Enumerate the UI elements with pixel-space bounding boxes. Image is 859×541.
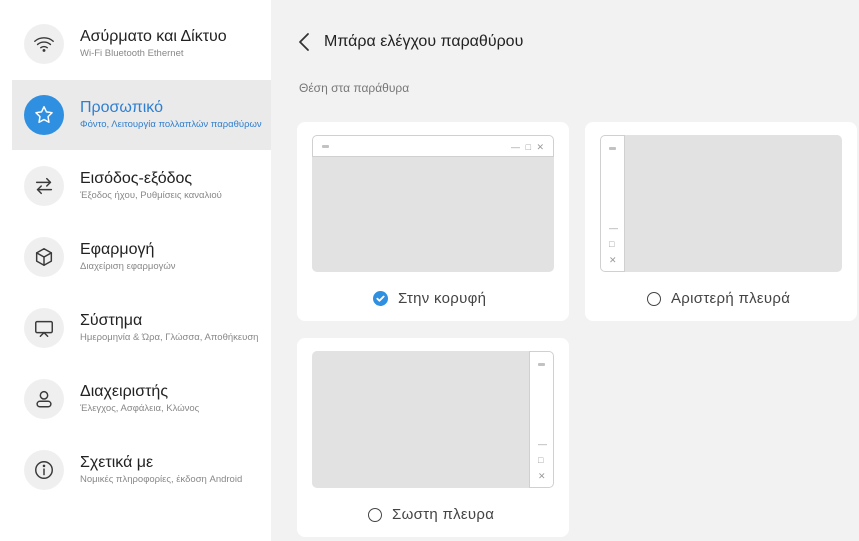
- star-icon: [24, 95, 64, 135]
- window-control-bar: — □ ✕: [600, 135, 625, 272]
- close-icon: ✕: [538, 471, 546, 481]
- option-label: Αριστερή πλευρά: [671, 290, 791, 307]
- option-label: Στην κορυφή: [398, 290, 487, 307]
- window-preview-left: — □ ✕: [600, 135, 842, 272]
- window-preview-right: — □ ✕: [312, 351, 554, 488]
- option-left[interactable]: Αριστερή πλευρά: [647, 290, 790, 307]
- info-icon: [24, 450, 64, 490]
- option-card-top[interactable]: — □ ✕ Στην κορυφή: [297, 122, 569, 321]
- option-card-right[interactable]: — □ ✕ Σωστη πλευρα: [297, 338, 569, 537]
- sidebar-item-subtitle: Έξοδος ήχου, Ρυθμίσεις καναλιού: [80, 190, 222, 201]
- sidebar-item-subtitle: Wi-Fi Bluetooth Ethernet: [80, 48, 184, 59]
- page-header: Μπάρα ελέγχου παραθύρου: [298, 30, 523, 54]
- window-control-bar: — □ ✕: [529, 351, 554, 488]
- sidebar-item-wireless-network[interactable]: Ασύρματο και Δίκτυο Wi-Fi Bluetooth Ethe…: [12, 9, 271, 79]
- back-arrow-icon[interactable]: [298, 30, 316, 54]
- monitor-icon: [24, 308, 64, 348]
- sidebar-item-personal[interactable]: Προσωπικό Φόντο, Λειτουργία πολλαπλών πα…: [12, 80, 271, 150]
- option-label: Σωστη πλευρα: [392, 506, 495, 523]
- cube-icon: [24, 237, 64, 277]
- sidebar-item-subtitle: Φόντο, Λειτουργία πολλαπλών παραθύρων: [80, 119, 262, 130]
- section-label: Θέση στα παράθυρα: [299, 81, 410, 95]
- close-icon: ✕: [536, 142, 544, 152]
- user-icon: [24, 379, 64, 419]
- option-card-left[interactable]: — □ ✕ Αριστερή πλευρά: [585, 122, 857, 321]
- maximize-icon: □: [525, 142, 531, 152]
- radio-checked-icon[interactable]: [373, 291, 388, 306]
- sidebar-item-subtitle: Νομικές πληροφορίες, έκδοση Android: [80, 474, 243, 485]
- sidebar-item-about[interactable]: Σχετικά με Νομικές πληροφορίες, έκδοση A…: [12, 435, 271, 505]
- sidebar-item-title: Ασύρματο και Δίκτυο: [80, 28, 227, 45]
- sidebar-item-title: Σύστημα: [80, 312, 143, 329]
- sidebar-item-input-output[interactable]: Εισόδος-εξόδος Έξοδος ήχου, Ρυθμίσεις κα…: [12, 151, 271, 221]
- handle-icon: [609, 147, 616, 150]
- sidebar-item-subtitle: Διαχείριση εφαρμογών: [80, 261, 176, 272]
- maximize-icon: □: [538, 455, 544, 465]
- handle-icon: [322, 145, 329, 148]
- radio-unchecked-icon[interactable]: [647, 291, 661, 306]
- sidebar-item-subtitle: Ημερομηνία & Ώρα, Γλώσσα, Αποθήκευση: [80, 332, 259, 343]
- sidebar-item-administrator[interactable]: Διαχειριστής Έλεγχος, Ασφάλεια, Κλώνος: [12, 364, 271, 434]
- sidebar-item-title: Εφαρμογή: [80, 241, 155, 258]
- radio-unchecked-icon[interactable]: [368, 507, 382, 522]
- sidebar-item-title: Εισόδος-εξόδος: [80, 170, 193, 187]
- sidebar-item-subtitle: Έλεγχος, Ασφάλεια, Κλώνος: [80, 403, 200, 414]
- minimize-icon: —: [511, 142, 520, 152]
- sidebar: Ασύρματο και Δίκτυο Wi-Fi Bluetooth Ethe…: [0, 0, 271, 541]
- option-top[interactable]: Στην κορυφή: [373, 290, 486, 307]
- wifi-icon: [24, 24, 64, 64]
- maximize-icon: □: [609, 239, 615, 249]
- close-icon: ✕: [609, 255, 617, 265]
- minimize-icon: —: [538, 439, 547, 449]
- minimize-icon: —: [609, 223, 618, 233]
- sidebar-item-system[interactable]: Σύστημα Ημερομηνία & Ώρα, Γλώσσα, Αποθήκ…: [12, 293, 271, 363]
- handle-icon: [538, 363, 545, 366]
- sidebar-item-title: Σχετικά με: [80, 454, 154, 471]
- window-preview-top: — □ ✕: [312, 135, 554, 272]
- swap-arrows-icon: [24, 166, 64, 206]
- window-control-bar: — □ ✕: [312, 135, 554, 157]
- option-right[interactable]: Σωστη πλευρα: [368, 506, 494, 523]
- sidebar-item-application[interactable]: Εφαρμογή Διαχείριση εφαρμογών: [12, 222, 271, 292]
- sidebar-item-title: Προσωπικό: [80, 99, 163, 116]
- sidebar-item-title: Διαχειριστής: [80, 383, 169, 400]
- page-title: Μπάρα ελέγχου παραθύρου: [324, 33, 524, 50]
